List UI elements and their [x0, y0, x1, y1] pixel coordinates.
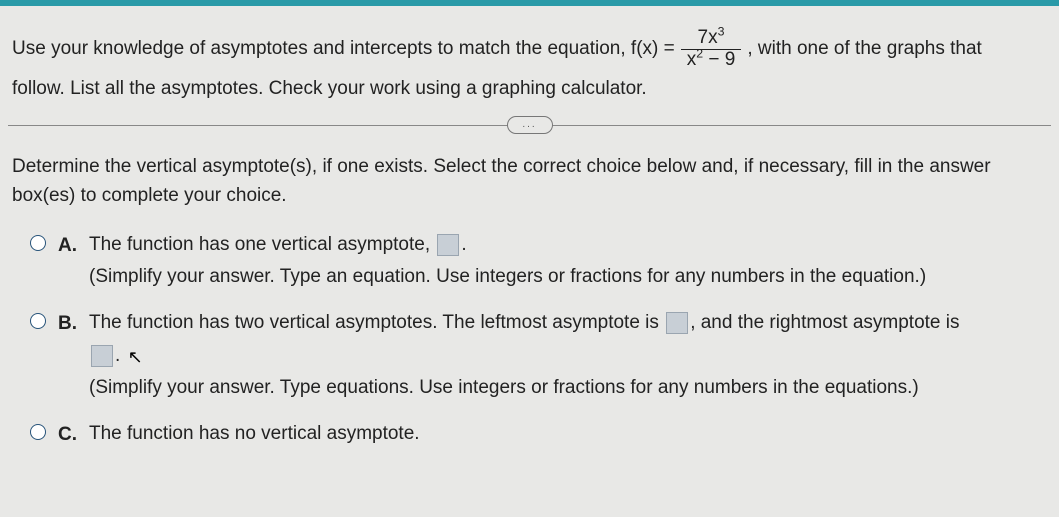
intro-line2: follow. List all the asymptotes. Check y… [12, 71, 1047, 107]
radio-A[interactable] [30, 235, 46, 251]
choice-A[interactable]: A. The function has one vertical asympto… [30, 229, 1041, 294]
choices-group: A. The function has one vertical asympto… [8, 229, 1051, 452]
expand-pill[interactable]: ... [507, 116, 553, 134]
choice-A-body: The function has one vertical asymptote,… [89, 229, 1041, 294]
choice-B-body: The function has two vertical asymptotes… [89, 307, 1041, 404]
choice-C-text: The function has no vertical asymptote. [89, 423, 420, 444]
choice-A-input1[interactable] [437, 234, 459, 256]
intro-part1: Use your knowledge of asymptotes and int… [12, 31, 675, 67]
choice-B[interactable]: B. The function has two vertical asympto… [30, 307, 1041, 404]
divider: ... [8, 125, 1051, 126]
problem-statement: Use your knowledge of asymptotes and int… [8, 28, 1051, 107]
choice-B-period: . [115, 345, 120, 366]
radio-B[interactable] [30, 313, 46, 329]
question-content: Use your knowledge of asymptotes and int… [0, 0, 1059, 474]
instruction-text: Determine the vertical asymptote(s), if … [8, 152, 1051, 229]
choice-B-input1[interactable] [666, 312, 688, 334]
intro-part2: , with one of the graphs that [747, 31, 982, 67]
choice-C[interactable]: C. The function has no vertical asymptot… [30, 418, 1041, 451]
choice-B-input2[interactable] [91, 345, 113, 367]
choice-A-hint: (Simplify your answer. Type an equation.… [89, 266, 926, 287]
window-title-bar [0, 0, 1059, 6]
choice-C-body: The function has no vertical asymptote. [89, 418, 1041, 450]
choice-A-text: The function has one vertical asymptote, [89, 234, 435, 255]
denominator: x2 − 9 [681, 49, 742, 71]
choice-B-text1: The function has two vertical asymptotes… [89, 312, 664, 333]
choice-B-letter: B. [58, 308, 77, 340]
choice-A-letter: A. [58, 230, 77, 262]
fraction: 7x3 x2 − 9 [681, 28, 742, 71]
choice-B-hint: (Simplify your answer. Type equations. U… [89, 377, 919, 398]
choice-C-letter: C. [58, 419, 77, 451]
choice-A-period: . [461, 234, 466, 255]
choice-B-text2: , and the rightmost asymptote is [690, 312, 959, 333]
cursor-icon: ↖ [128, 342, 143, 373]
radio-C[interactable] [30, 424, 46, 440]
